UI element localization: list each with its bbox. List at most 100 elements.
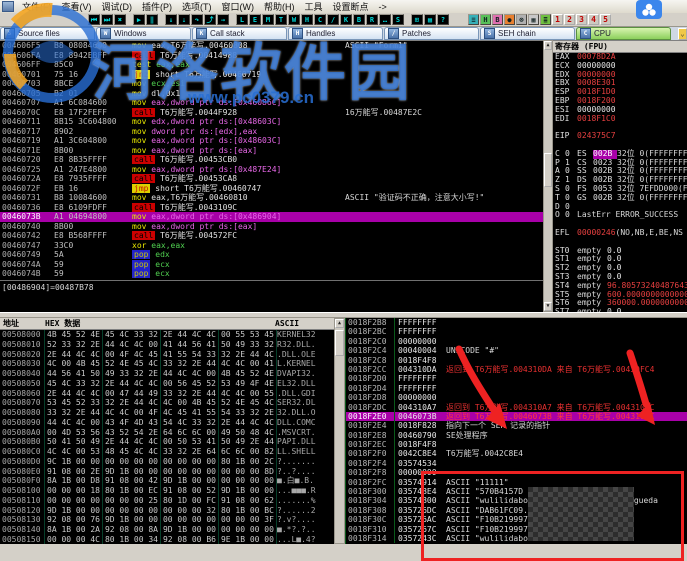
hexdump-row[interactable]: 0050807053 45 52 3332 2E 44 4C4C 00 4B 4… (0, 398, 334, 408)
menu-item[interactable]: -> (374, 2, 392, 12)
disasm-row[interactable]: 00460705B2 01mov dl,0x1 (0, 89, 543, 99)
hexdump-row[interactable]: 0050809044 4C 4C 0043 4F 4D 4354 4C 33 3… (0, 418, 334, 428)
menu-item[interactable]: 调试(D) (97, 2, 138, 12)
stack-row[interactable]: 0018F2D0FFFFFFFF (346, 374, 687, 383)
disasm-row[interactable]: 004607038BCEmov ecx,esi (0, 79, 543, 89)
window-button-e[interactable]: E (249, 14, 261, 25)
hexdump-row[interactable]: 0050811000 00 00 0000 00 00 2580 1D 00 F… (0, 496, 334, 506)
hexdump-row[interactable]: 005080B050 41 50 492E 44 4C 4C00 50 53 4… (0, 437, 334, 447)
toolbar-colored-button[interactable]: ≡ (468, 14, 479, 25)
hexdump-row[interactable]: 005080004B 45 52 4E45 4C 33 322E 44 4C 4… (0, 330, 334, 340)
disasm-row[interactable]: 00460720E8 8B35FFFFcall T6万能写.00453CB0 (0, 155, 543, 165)
toolbar-button-icon[interactable]: ⏮ (88, 14, 100, 25)
stack-row[interactable]: 0018F2C400040004UNICODE "#" (346, 346, 687, 355)
window-button-w[interactable]: W (288, 14, 300, 25)
stack-row[interactable]: 0018F3140357243CASCII "wulilidabo (346, 534, 687, 543)
tab-cpu[interactable]: CCPU (576, 27, 671, 40)
disasm-row[interactable]: 00460742E8 B568FFFFcall T6万能写.004572FC (0, 231, 543, 241)
hexdump-row[interactable]: 005081408A 1B 00 2A92 08 00 8A9D 1B 00 0… (0, 525, 334, 535)
scroll-up-icon[interactable]: ▲ (335, 319, 344, 328)
toolbar-colored-button[interactable]: H (480, 14, 491, 25)
hexdump-row[interactable]: 005080C04C 4C 00 5348 45 4C 4C33 32 2E 6… (0, 447, 334, 457)
toolbar-button-icon[interactable]: ↷ (191, 14, 203, 25)
hexdump-row[interactable]: 005080E091 08 00 2E9D 1B 00 0000 00 00 0… (0, 467, 334, 477)
stack-row[interactable]: 0018F2F800000000 (346, 468, 687, 477)
hexdump-row[interactable]: 0050813092 08 00 769D 1B 00 0000 00 00 0… (0, 515, 334, 525)
stack-row[interactable]: 0018F2E40018F828指向下一个 SEH 记录的指针 (346, 421, 687, 430)
toolbar-number-button-3[interactable]: 3 (576, 14, 587, 25)
window-button-/[interactable]: / (327, 14, 339, 25)
disasm-row[interactable]: 0046070CE8 17F2FEFFcall T6万能写.0044F92816… (0, 108, 543, 118)
hexdump-row[interactable]: 005080202E 44 4C 4C00 4F 4C 4541 55 54 3… (0, 350, 334, 360)
hexdump-row[interactable]: 005080F08A 1B 00 D891 08 00 429D 1B 00 0… (0, 476, 334, 486)
toolbar-button-icon[interactable]: ✖ (114, 14, 126, 25)
hexdump-row[interactable]: 0050815000 00 00 4C80 1B 00 3492 08 00 B… (0, 535, 334, 544)
toolbar-colored-button[interactable]: ⊗ (516, 14, 527, 25)
register-line[interactable]: EBX0008E301 (553, 79, 687, 88)
menu-item[interactable]: 工具 (300, 2, 328, 12)
register-line[interactable]: ESP0018F1D0 (553, 88, 687, 97)
stack-row[interactable]: 0018F300035748E4ASCII "570B4157D 00EAC9E… (346, 487, 687, 496)
window-button-s[interactable]: S (392, 14, 404, 25)
window-button-t[interactable]: T (275, 14, 287, 25)
register-line[interactable]: EBP0018F200 (553, 97, 687, 106)
disasm-row[interactable]: 0046070175 16jnz short T6万能写.00460719 (0, 70, 543, 80)
toolbar-colored-button[interactable]: ▦ (528, 14, 539, 25)
stack-row[interactable]: 0018F2C80018F4F8 (346, 356, 687, 365)
stack-row[interactable]: 0018F2BCFFFFFFFF (346, 327, 687, 336)
menu-item[interactable]: 文件(F) (17, 2, 57, 12)
toolbar-number-button-1[interactable]: 1 (552, 14, 563, 25)
disasm-row[interactable]: 004606FF85C0test eax,eax (0, 60, 543, 70)
disasm-row[interactable]: 004607118B15 3C604800mov edx,dword ptr d… (0, 117, 543, 127)
toolbar-colored-button[interactable]: ● (504, 14, 515, 25)
toolbar-button-icon[interactable]: ? (437, 14, 449, 25)
hexdump-pane[interactable]: 地址 HEX 数据 ASCII 005080004B 45 52 4E45 4C… (0, 318, 334, 544)
tab-seh-chain[interactable]: SSEH chain (480, 27, 575, 40)
menu-item[interactable]: 设置断点 (328, 2, 374, 12)
stack-row[interactable]: 0018F2FC03574914ASCII "11111" (346, 478, 687, 487)
stack-row[interactable]: 0018F2F403574534 (346, 459, 687, 468)
tab-overflow-button[interactable]: ⌄ (678, 28, 687, 40)
hexdump-row[interactable]: 005080304C 00 4B 4552 4E 45 4C33 32 2E 4… (0, 359, 334, 369)
window-button-l[interactable]: L (236, 14, 248, 25)
disasm-row[interactable]: 0046072AE8 7935FFFFcall T6万能写.00453CA8 (0, 174, 543, 184)
tab-windows[interactable]: WWindows (96, 27, 191, 40)
menu-item[interactable]: 帮助(H) (259, 2, 300, 12)
toolbar-button-icon[interactable]: ⊞ (411, 14, 423, 25)
stack-row[interactable]: 0018F3100357267CASCII "F10B219997F3 10D5… (346, 525, 687, 534)
disasm-row[interactable]: 004606F5B8 08084600mov eax,T6万能写.0046080… (0, 41, 543, 51)
scroll-up-icon[interactable]: ▲ (544, 41, 552, 50)
register-line[interactable]: ESI00000000 (553, 106, 687, 115)
stack-row[interactable]: 0018F308035726DCASCII "DAB61FC09. BA3CB3… (346, 506, 687, 515)
register-line[interactable]: EAX00078D2A (553, 53, 687, 62)
stack-row[interactable]: 0018F30C035726ACASCII "F10B219997F3 10D5… (346, 515, 687, 524)
register-line[interactable]: EDX00000000 (553, 71, 687, 80)
tab-handles[interactable]: HHandles (288, 27, 383, 40)
hexdump-row[interactable]: 0050805045 4C 33 322E 44 4C 4C00 56 45 5… (0, 379, 334, 389)
disasm-row[interactable]: 00460731B8 10084600mov eax,T6万能写.0046081… (0, 193, 543, 203)
register-line[interactable]: ECX00000000 (553, 62, 687, 71)
toolbar-button-icon[interactable]: ⇣ (178, 14, 190, 25)
disasm-row[interactable]: 00460725A1 247E4800mov eax,dword ptr ds:… (0, 165, 543, 175)
toolbar-button-icon[interactable]: ↓ (165, 14, 177, 25)
window-button-h[interactable]: H (301, 14, 313, 25)
toolbar-button-icon[interactable]: ▦ (424, 14, 436, 25)
scrollbar-thumb[interactable] (335, 330, 344, 356)
register-line[interactable]: O0LastErr ERROR_SUCCESS (553, 211, 687, 220)
hexdump-row[interactable]: 0050810000 00 00 1880 1B 00 EC91 08 00 5… (0, 486, 334, 496)
disasm-row[interactable]: 0046074733C0xor eax,eax (0, 241, 543, 251)
menu-item[interactable]: 插件(P) (137, 2, 177, 12)
hexdump-row[interactable]: 0050808033 32 2E 444C 4C 00 4F4C 45 41 5… (0, 408, 334, 418)
stack-row[interactable]: 0018F2B8FFFFFFFF (346, 318, 687, 327)
toolbar-button-icon[interactable]: ▶ (133, 14, 145, 25)
hexdump-row[interactable]: 0050801052 33 32 2E44 4C 4C 0041 44 56 4… (0, 340, 334, 350)
window-button-…[interactable]: … (379, 14, 391, 25)
toolbar-number-button-2[interactable]: 2 (564, 14, 575, 25)
disasm-row[interactable]: 0046072FEB 16jmp short T6万能写.00460747 (0, 184, 543, 194)
hexdump-row[interactable]: 005081209D 1B 00 0000 00 00 0000 00 00 3… (0, 506, 334, 516)
disassembly-pane[interactable]: 004606F5B8 08084600mov eax,T6万能写.0046080… (0, 40, 543, 312)
tab-call-stack[interactable]: KCall stack (192, 27, 287, 40)
disasm-row[interactable]: 004607495Apop edx (0, 250, 543, 260)
stack-pane[interactable]: 0018F2B8FFFFFFFF0018F2BCFFFFFFFF0018F2C0… (345, 318, 687, 544)
menu-item[interactable]: 窗口(W) (217, 2, 260, 12)
